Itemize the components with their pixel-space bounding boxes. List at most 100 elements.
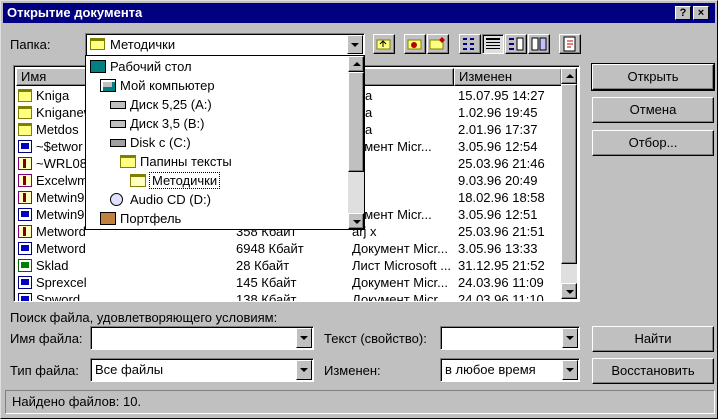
open-button-label: Открыть (627, 69, 679, 84)
folder-combobox[interactable]: Методички (85, 33, 365, 56)
favorites-icon (407, 39, 422, 50)
file-modified: 25.03.96 21:51 (458, 224, 545, 239)
dropdown-item[interactable]: Папины тексты (120, 152, 232, 171)
file-list-scrollbar[interactable] (561, 68, 577, 299)
dropdown-item-label: Disk c (C:) (130, 135, 191, 150)
column-header-modified[interactable]: Изменен (454, 68, 562, 86)
file-type: Документ Micr... (352, 241, 448, 256)
computer-icon (100, 79, 116, 92)
doc-file-icon (18, 293, 32, 301)
file-modified: 31.12.95 21:52 (458, 258, 545, 273)
doc-file-icon (18, 140, 32, 153)
dropdown-scroll-thumb[interactable] (348, 72, 364, 172)
help-button[interactable]: ? (675, 6, 691, 20)
dropdown-item[interactable]: Методички (130, 171, 221, 190)
briefcase-icon (100, 212, 116, 225)
restore-button-label: Восстановить (611, 363, 695, 378)
text-property-label: Текст (свойство): (324, 331, 427, 346)
file-type: x (352, 173, 456, 189)
desktop-icon (90, 60, 106, 73)
scroll-thumb[interactable] (561, 84, 577, 264)
file-modified: 2.01.96 17:37 (458, 122, 538, 137)
filetype-combobox[interactable]: Все файлы (90, 358, 314, 382)
table-row[interactable]: Sklad 28 Кбайт Лист Microsoft ... 31.12.95 … (16, 258, 564, 274)
open-button[interactable]: Открыть (591, 63, 715, 91)
dropdown-scrollbar[interactable] (348, 56, 364, 229)
folder-file-icon (18, 89, 32, 102)
file-modified: 3.05.96 12:51 (458, 207, 538, 222)
arrow-up-icon (566, 74, 574, 78)
dropdown-item[interactable]: Disk c (C:) (110, 133, 191, 152)
add-to-favorites-button[interactable] (427, 34, 449, 54)
open-document-dialog: Открытие документа ? × Папка: Методички … (0, 0, 718, 419)
file-size: 6948 Кбайт (236, 241, 304, 256)
cancel-button[interactable]: Отмена (592, 97, 714, 123)
folder-dropdown-list[interactable]: Рабочий стол Мой компьютер Диск 5,25 (A:) Д… (85, 55, 365, 230)
arrow-down-icon (566, 290, 574, 294)
dropdown-item[interactable]: Мой компьютер (100, 76, 215, 95)
up-one-level-button[interactable] (373, 34, 395, 54)
file-modified: 3.05.96 12:54 (458, 139, 538, 154)
status-text: Найдено файлов: 10. (12, 394, 142, 409)
select-button-label: Отбор... (628, 135, 678, 150)
scroll-up-button[interactable] (561, 68, 577, 84)
dropdown-item[interactable]: Диск 5,25 (A:) (110, 95, 212, 114)
add-favorites-icon (429, 37, 445, 50)
find-button[interactable]: Найти (592, 326, 714, 352)
restore-button[interactable]: Восстановить (592, 358, 714, 384)
select-button[interactable]: Отбор... (592, 130, 714, 156)
commands-settings-button[interactable] (559, 34, 581, 54)
file-modified: 18.02.96 18:58 (458, 190, 545, 205)
zip-file-icon (18, 225, 32, 238)
file-modified: 24.03.96 11:09 (458, 275, 544, 290)
filetype-value: Все файлы (95, 362, 164, 377)
arrow-up-icon (353, 62, 361, 66)
zip-file-icon (18, 157, 32, 170)
folder-dropdown-arrow[interactable] (347, 35, 363, 54)
text-property-combobox[interactable] (440, 326, 580, 350)
status-bar: Найдено файлов: 10. (5, 390, 715, 414)
table-row[interactable]: Sprexcel 145 Кбайт Документ Micr... 24.03.9… (16, 275, 564, 291)
file-size: 28 Кбайт (236, 258, 290, 273)
scroll-down-button[interactable] (561, 283, 577, 299)
file-modified: 3.05.96 13:33 (458, 241, 538, 256)
dropdown-item-label: Рабочий стол (110, 59, 192, 74)
open-folder-icon (130, 174, 146, 187)
file-type: пка (352, 122, 456, 138)
dropdown-item-label: Диск 3,5 (B:) (130, 116, 205, 131)
table-row[interactable]: Spword 138 Кбайт Документ Micr... 24.03.96 … (16, 292, 564, 302)
file-type: IP (352, 156, 456, 172)
preview-button[interactable] (528, 34, 550, 54)
dropdown-item[interactable]: Audio CD (D:) (110, 190, 211, 209)
dropdown-item-label: Папины тексты (140, 154, 232, 169)
dialog-title: Открытие документа (7, 5, 143, 20)
file-type: Лист Microsoft ... (352, 258, 452, 273)
close-button[interactable]: × (693, 6, 709, 20)
filetype-dropdown-arrow[interactable] (296, 360, 312, 380)
column-header-type[interactable]: п (350, 68, 454, 86)
modified-combobox[interactable]: в любое время (440, 358, 580, 382)
dropdown-item[interactable]: Портфель (100, 209, 181, 228)
dropdown-item[interactable]: Диск 3,5 (B:) (110, 114, 205, 133)
text-property-dropdown-arrow[interactable] (562, 328, 578, 348)
modified-value: в любое время (445, 362, 536, 377)
properties-view-button[interactable] (505, 34, 527, 54)
search-header: Поиск файла, удовлетворяющего условиям: (10, 310, 278, 325)
details-view-button[interactable] (482, 34, 504, 54)
doc-file-icon (18, 242, 32, 255)
floppy-drive-icon (110, 101, 126, 109)
favorites-button[interactable] (404, 34, 426, 54)
file-size: 138 Кбайт (236, 292, 297, 302)
dropdown-scroll-down-button[interactable] (348, 213, 364, 229)
modified-dropdown-arrow[interactable] (562, 360, 578, 380)
filename-combobox[interactable] (90, 326, 314, 350)
title-bar: Открытие документа ? × (3, 3, 715, 23)
file-type: кумент Micr... (352, 139, 432, 154)
doc-file-icon (18, 276, 32, 289)
filename-dropdown-arrow[interactable] (296, 328, 312, 348)
list-view-button[interactable] (459, 34, 481, 54)
floppy-drive-icon (110, 120, 126, 128)
dropdown-item[interactable]: Рабочий стол (90, 57, 192, 76)
dropdown-scroll-up-button[interactable] (348, 56, 364, 72)
table-row[interactable]: Metword 6948 Кбайт Документ Micr... 3.05.96… (16, 241, 564, 257)
